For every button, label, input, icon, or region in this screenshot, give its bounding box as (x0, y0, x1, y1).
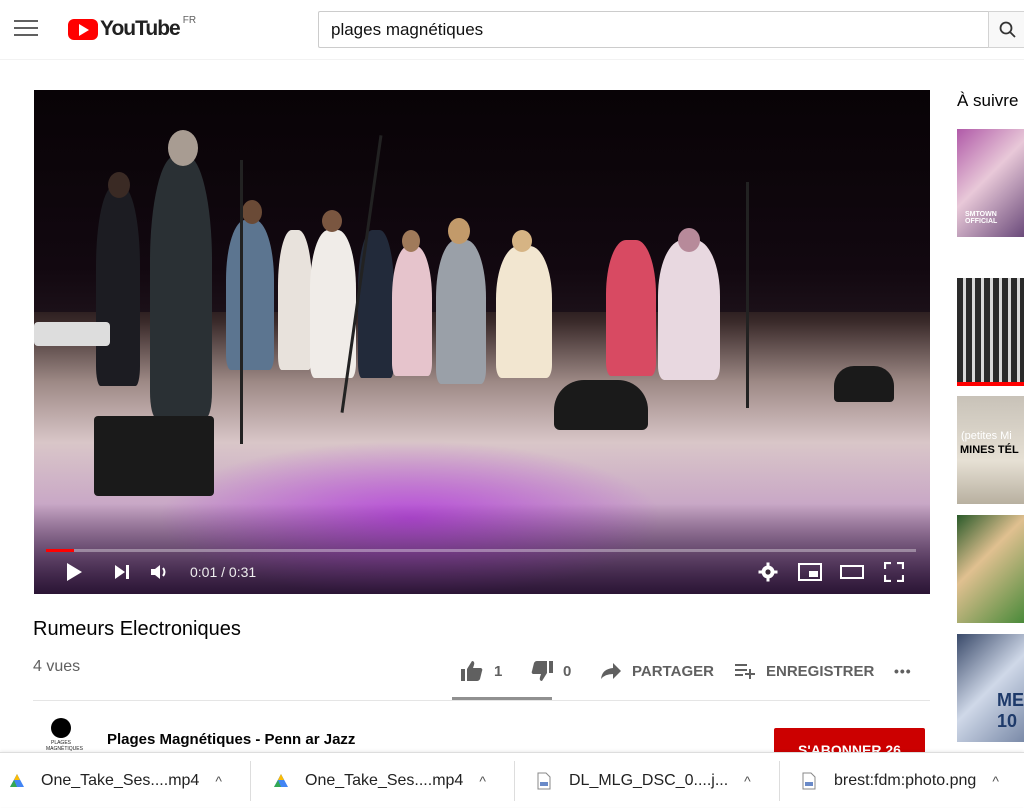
download-item[interactable]: One_Take_Ses....mp4 ^ (8, 753, 222, 808)
search-input[interactable]: plages magnétiques (318, 11, 988, 48)
fullscreen-icon (884, 562, 904, 582)
avatar-text: PLAGES MAGNÉTIQUES (46, 740, 83, 752)
share-label: PARTAGER (632, 662, 714, 680)
search-icon (999, 21, 1016, 38)
chevron-up-icon[interactable]: ^ (992, 773, 999, 789)
recommended-thumbnail[interactable]: (petites Mi MINES TÉL (957, 396, 1024, 504)
recommended-thumbnail[interactable] (957, 278, 1024, 386)
time-display: 0:01 / 0:31 (190, 564, 257, 580)
download-filename: One_Take_Ses....mp4 (41, 771, 200, 789)
watched-progress (957, 382, 1024, 386)
menu-icon[interactable] (14, 20, 38, 38)
fullscreen-button[interactable] (880, 560, 908, 584)
progress-played (46, 549, 74, 552)
skip-next-icon (115, 565, 129, 579)
downloads-bar: One_Take_Ses....mp4 ^ One_Take_Ses....mp… (0, 752, 1024, 807)
thumbnail-text: MINES TÉL (960, 444, 1019, 456)
video-file-icon (10, 773, 24, 787)
video-file-icon (274, 773, 288, 787)
country-code: FR (182, 15, 197, 26)
chevron-up-icon[interactable]: ^ (479, 773, 486, 789)
download-separator (514, 761, 515, 801)
like-count: 1 (494, 662, 503, 680)
download-item[interactable]: One_Take_Ses....mp4 ^ (272, 753, 486, 808)
recommended-thumbnail[interactable]: MESSI 10 (957, 634, 1024, 742)
up-next-thumbnail[interactable]: SMTOWN OFFICIAL (957, 129, 1024, 237)
dislike-count: 0 (563, 662, 572, 680)
chevron-up-icon[interactable]: ^ (215, 773, 222, 789)
share-icon (601, 663, 621, 679)
channel-avatar[interactable]: PLAGES MAGNÉTIQUES (46, 718, 83, 752)
settings-button[interactable] (756, 560, 780, 584)
volume-icon (151, 565, 166, 579)
play-icon (67, 563, 82, 581)
play-button[interactable] (62, 560, 86, 584)
thumbnail-text: SMTOWN OFFICIAL (965, 211, 998, 225)
download-item[interactable]: DL_MLG_DSC_0....j... ^ (537, 753, 751, 808)
thumbs-down-icon (531, 661, 553, 681)
dislike-button[interactable]: 0 (530, 660, 571, 682)
image-file-icon (802, 772, 816, 789)
download-item[interactable]: brest:fdm:photo.png ^ (802, 753, 999, 808)
share-button[interactable]: PARTAGER (600, 660, 714, 682)
miniplayer-button[interactable] (796, 560, 824, 584)
download-separator (779, 761, 780, 801)
download-filename: brest:fdm:photo.png (834, 771, 977, 789)
theater-icon (840, 565, 864, 579)
download-filename: One_Take_Ses....mp4 (305, 771, 464, 789)
chevron-up-icon[interactable]: ^ (744, 773, 751, 789)
thumbnail-text: MESSI 10 (997, 690, 1024, 731)
masthead: YouTube FR plages magnétiques (0, 0, 1024, 60)
next-button[interactable] (110, 560, 134, 584)
thumbs-up-icon (461, 661, 483, 681)
download-filename: DL_MLG_DSC_0....j... (569, 771, 729, 789)
image-file-icon (537, 772, 551, 789)
video-player[interactable]: 0:01 / 0:31 (34, 90, 930, 594)
download-separator (250, 761, 251, 801)
theater-mode-button[interactable] (838, 560, 866, 584)
gear-icon (758, 562, 778, 582)
progress-bar[interactable] (46, 549, 916, 552)
youtube-logo[interactable]: YouTube FR (68, 15, 197, 42)
logo-text: YouTube (100, 17, 181, 40)
view-count: 4 vues (33, 658, 81, 675)
recommended-thumbnail[interactable] (957, 515, 1024, 623)
thumbnail-text: (petites Mi (961, 430, 1012, 442)
up-next-label: À suivre (957, 91, 1019, 110)
save-button[interactable]: ENREGISTRER (734, 660, 874, 682)
youtube-play-icon (68, 18, 98, 40)
miniplayer-icon (798, 563, 822, 581)
channel-name[interactable]: Plages Magnétiques - Penn ar Jazz (107, 731, 355, 748)
save-label: ENREGISTRER (766, 662, 875, 680)
more-actions-button[interactable]: ••• (894, 660, 912, 682)
like-button[interactable]: 1 (460, 660, 502, 682)
playlist-add-icon (735, 664, 755, 679)
search-button[interactable] (988, 11, 1024, 48)
video-title: Rumeurs Electroniques (33, 618, 241, 640)
volume-button[interactable] (148, 560, 172, 584)
avatar-circle (51, 718, 71, 738)
info-divider (33, 700, 930, 701)
